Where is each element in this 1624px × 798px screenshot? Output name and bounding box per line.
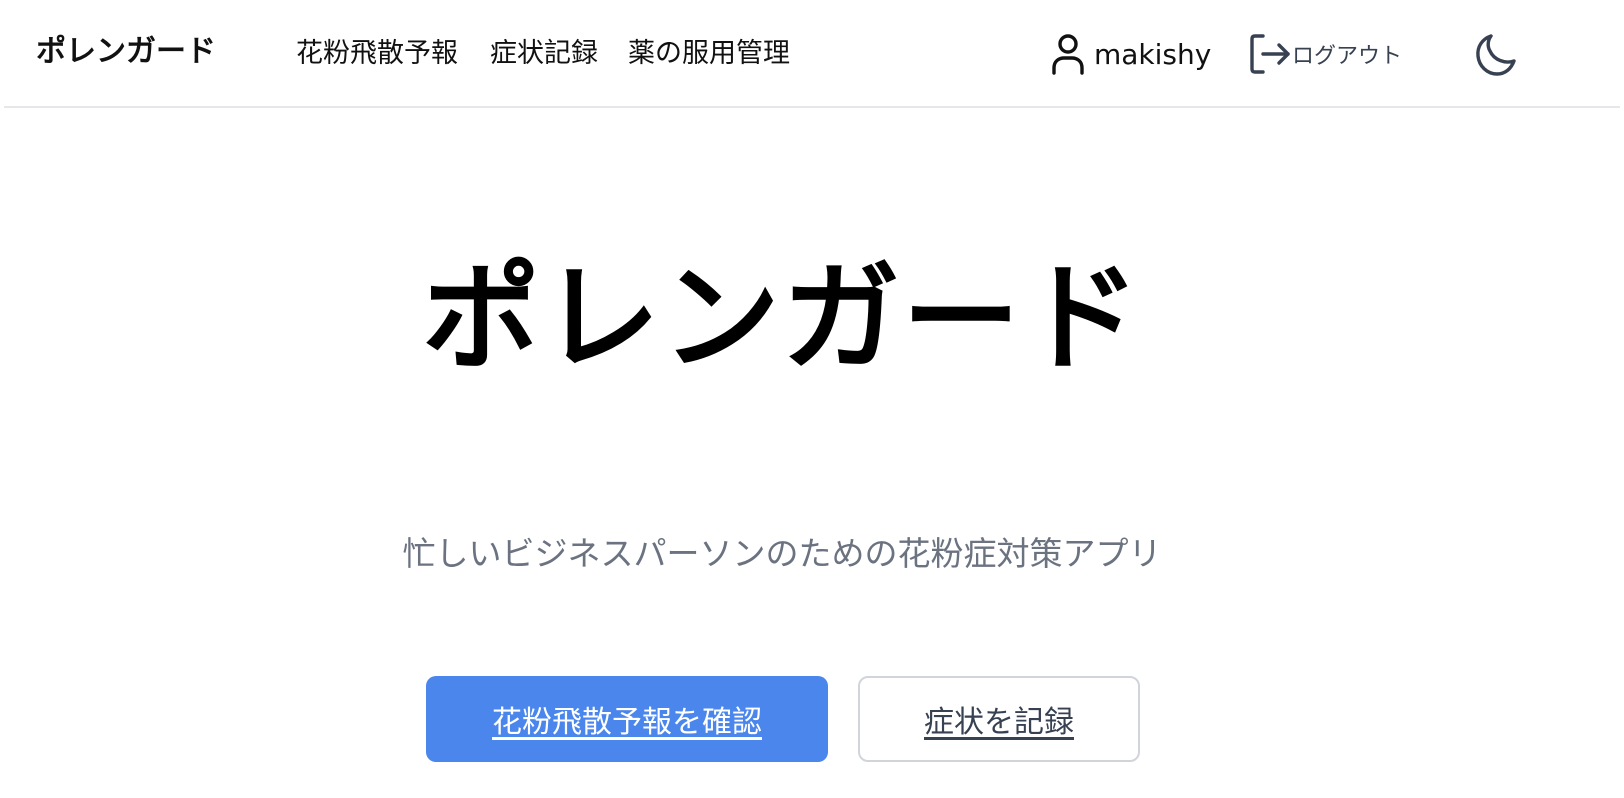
nav-link-symptom-log[interactable]: 症状記録 [490, 36, 598, 72]
brand-logo-link[interactable]: ポレンガード [36, 32, 216, 72]
top-navbar: ポレンガード 花粉飛散予報 症状記録 薬の服用管理 makishy ログアウト [4, 0, 1620, 108]
hero-subtitle: 忙しいビジネスパーソンのための花粉症対策アプリ [402, 534, 1162, 573]
nav-link-medication-management[interactable]: 薬の服用管理 [628, 36, 790, 72]
logout-icon [1246, 31, 1292, 77]
hero-title: ポレンガード [421, 249, 1142, 387]
username-label: makishy [1094, 37, 1212, 71]
logout-label: ログアウト [1292, 44, 1403, 69]
nav-link-pollen-forecast[interactable]: 花粉飛散予報 [296, 36, 458, 72]
moon-icon [1470, 30, 1520, 80]
user-icon [1048, 32, 1088, 76]
check-pollen-forecast-button[interactable]: 花粉飛散予報を確認 [426, 676, 828, 762]
record-symptoms-button[interactable]: 症状を記録 [858, 676, 1140, 762]
logout-button[interactable]: ログアウト [1246, 30, 1402, 78]
user-profile-link[interactable]: makishy [1048, 30, 1211, 78]
theme-toggle-button[interactable] [1470, 30, 1520, 80]
